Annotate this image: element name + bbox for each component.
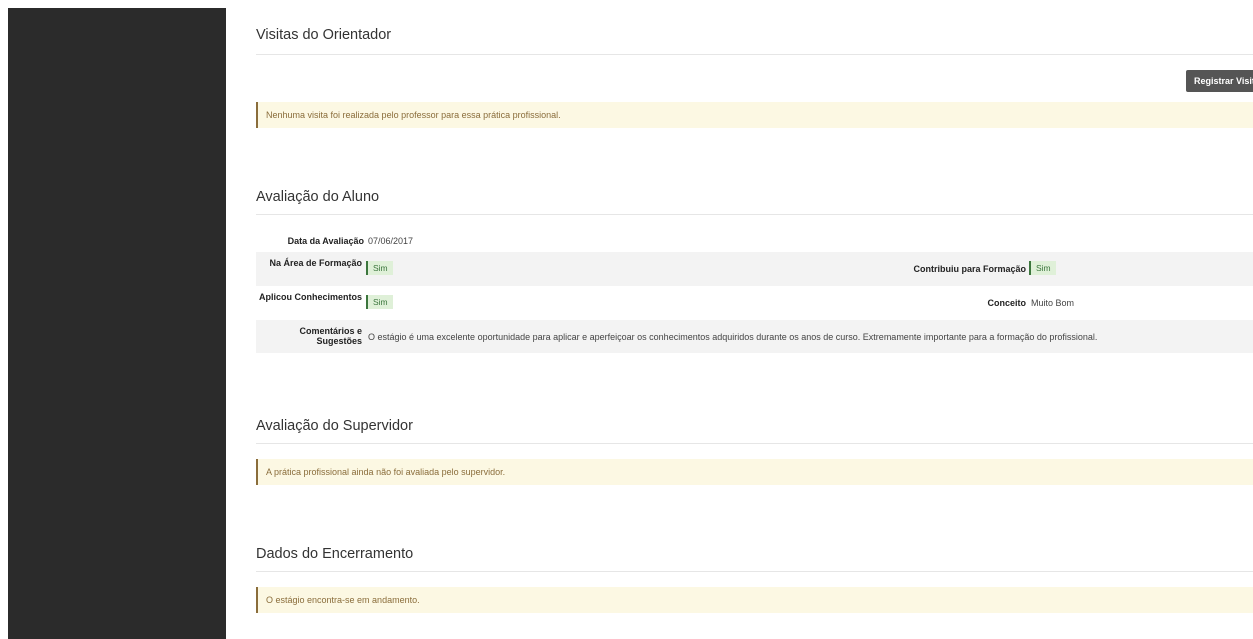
value-comentarios: O estágio é uma excelente oportunidade p… — [368, 332, 1098, 342]
main-content: Visitas do Orientador Registrar Visita N… — [256, 0, 1253, 639]
row-data-avaliacao: Data da Avaliação 07/06/2017 — [256, 230, 1253, 252]
section-divider — [256, 443, 1253, 444]
badge-area-formacao: Sim — [366, 261, 393, 275]
section-title-visitas: Visitas do Orientador — [256, 27, 392, 43]
section-title-avaliacao-aluno: Avaliação do Aluno — [256, 189, 380, 205]
registrar-visita-button[interactable]: Registrar Visita — [1186, 70, 1253, 92]
section-title-avaliacao-supervisor: Avaliação do Supervidor — [256, 418, 413, 434]
section-divider — [256, 214, 1253, 215]
row-comentarios: Comentários e Sugestões O estágio é uma … — [256, 320, 1253, 353]
alert-encerramento: O estágio encontra-se em andamento. — [256, 587, 1253, 613]
alert-visitas: Nenhuma visita foi realizada pelo profes… — [256, 102, 1253, 128]
label-comentarios: Comentários e Sugestões — [299, 326, 362, 346]
section-divider — [256, 571, 1253, 572]
label-data-avaliacao: Data da Avaliação — [287, 236, 364, 246]
value-conceito: Muito Bom — [1031, 298, 1075, 308]
label-contribuiu: Contribuiu para Formação — [913, 264, 1026, 274]
row-area-formacao: Na Área de Formação Sim Contribuiu para … — [256, 252, 1253, 286]
label-area-formacao: Na Área de Formação — [269, 258, 362, 268]
label-aplicou: Aplicou Conhecimentos — [258, 292, 362, 302]
badge-aplicou: Sim — [366, 295, 393, 309]
badge-contribuiu: Sim — [1029, 261, 1056, 275]
section-title-encerramento: Dados do Encerramento — [256, 546, 414, 562]
row-aplicou: Aplicou Conhecimentos Sim Conceito Muito… — [256, 286, 1253, 320]
section-divider — [256, 54, 1253, 55]
label-conceito: Conceito — [987, 298, 1026, 308]
value-data-avaliacao: 07/06/2017 — [368, 236, 414, 246]
alert-supervisor: A prática profissional ainda não foi ava… — [256, 459, 1253, 485]
sidebar — [8, 8, 226, 639]
